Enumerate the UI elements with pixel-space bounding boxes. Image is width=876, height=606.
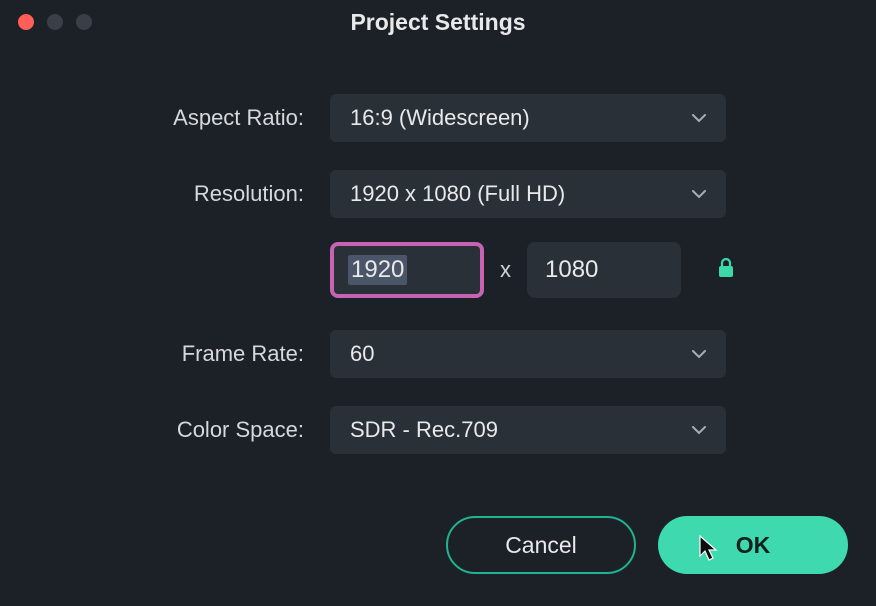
window-title: Project Settings (0, 9, 876, 36)
aspect-ratio-value: 16:9 (Widescreen) (350, 105, 530, 131)
aspect-ratio-label: Aspect Ratio: (40, 105, 330, 131)
frame-rate-row: Frame Rate: 60 (40, 330, 836, 378)
cancel-button[interactable]: Cancel (446, 516, 636, 574)
cursor-icon (698, 534, 720, 568)
maximize-window-button[interactable] (76, 14, 92, 30)
resolution-value: 1920 x 1080 (Full HD) (350, 181, 565, 207)
aspect-ratio-row: Aspect Ratio: 16:9 (Widescreen) (40, 94, 836, 142)
resolution-separator: x (496, 257, 515, 283)
resolution-inputs: 1920 x 1080 (330, 242, 836, 298)
color-space-label: Color Space: (40, 417, 330, 443)
color-space-value: SDR - Rec.709 (350, 417, 498, 443)
resolution-row: Resolution: 1920 x 1080 (Full HD) (40, 170, 836, 218)
chevron-down-icon (692, 111, 706, 125)
traffic-lights (0, 14, 92, 30)
resolution-width-input[interactable]: 1920 (330, 242, 484, 298)
resolution-label: Resolution: (40, 181, 330, 207)
ok-button[interactable]: OK (658, 516, 848, 574)
frame-rate-value: 60 (350, 341, 374, 367)
frame-rate-dropdown[interactable]: 60 (330, 330, 726, 378)
titlebar: Project Settings (0, 0, 876, 44)
resolution-height-input[interactable]: 1080 (527, 242, 681, 298)
chevron-down-icon (692, 187, 706, 201)
lock-icon[interactable] (717, 257, 735, 284)
minimize-window-button[interactable] (47, 14, 63, 30)
chevron-down-icon (692, 423, 706, 437)
resolution-height-value: 1080 (545, 256, 598, 284)
color-space-row: Color Space: SDR - Rec.709 (40, 406, 836, 454)
close-window-button[interactable] (18, 14, 34, 30)
resolution-dropdown[interactable]: 1920 x 1080 (Full HD) (330, 170, 726, 218)
aspect-ratio-dropdown[interactable]: 16:9 (Widescreen) (330, 94, 726, 142)
ok-button-label: OK (736, 532, 771, 559)
color-space-dropdown[interactable]: SDR - Rec.709 (330, 406, 726, 454)
frame-rate-label: Frame Rate: (40, 341, 330, 367)
resolution-width-value: 1920 (348, 255, 407, 285)
chevron-down-icon (692, 347, 706, 361)
dialog-buttons: Cancel OK (446, 516, 848, 574)
settings-content: Aspect Ratio: 16:9 (Widescreen) Resoluti… (0, 44, 876, 454)
cancel-button-label: Cancel (505, 532, 577, 559)
